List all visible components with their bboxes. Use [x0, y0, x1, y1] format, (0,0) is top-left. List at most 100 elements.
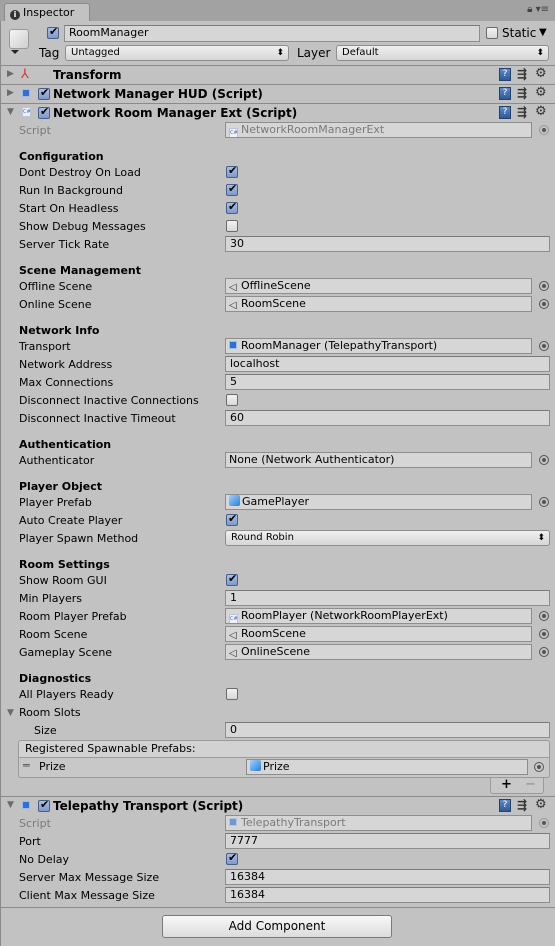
transform-icon: ⅄	[21, 67, 29, 82]
run-in-background-label: Run In Background	[19, 184, 123, 197]
network-manager-hud-header[interactable]: ▶ Network Manager HUD (Script) ? ⇶ ⚙	[1, 84, 555, 103]
help-icon[interactable]: ?	[499, 106, 511, 119]
gear-icon[interactable]: ⚙	[535, 105, 547, 119]
object-picker-icon[interactable]	[539, 341, 549, 351]
gameplay-scene-field[interactable]: ◁ OnlineScene	[225, 644, 532, 660]
hud-enabled-checkbox[interactable]	[38, 86, 50, 100]
layer-dropdown[interactable]: Default ⬍	[336, 45, 549, 61]
unity-scene-icon: ◁	[229, 300, 237, 311]
room-manager-title: Network Room Manager Ext (Script)	[53, 106, 298, 120]
auto-create-player-checkbox[interactable]	[226, 512, 238, 526]
foldout-expanded-icon[interactable]: ▼	[7, 800, 14, 810]
tab-tools: 🔒︎ ▾≡	[527, 4, 549, 15]
help-icon[interactable]: ?	[499, 799, 511, 812]
network-room-manager-header[interactable]: ▼ C# Network Room Manager Ext (Script) ?…	[1, 103, 555, 122]
foldout-collapsed-icon[interactable]: ▶	[7, 69, 14, 79]
disconnect-inactive-checkbox[interactable]	[226, 394, 238, 406]
help-icon[interactable]: ?	[499, 87, 511, 100]
layer-label: Layer	[297, 46, 331, 60]
gameobject-active-checkbox[interactable]	[47, 25, 59, 39]
room-manager-enabled-checkbox[interactable]	[38, 105, 50, 119]
network-address-label: Network Address	[19, 358, 113, 371]
foldout-expanded-icon[interactable]: ▼	[7, 107, 14, 117]
object-picker-icon[interactable]	[539, 299, 549, 309]
transform-header[interactable]: ▶ ⅄ Transform ? ⇶ ⚙	[1, 65, 555, 84]
room-slots-label[interactable]: Room Slots	[19, 706, 81, 719]
disconnect-inactive-label: Disconnect Inactive Connections	[19, 394, 199, 407]
network-address-field[interactable]: localhost	[225, 356, 550, 372]
object-picker-icon[interactable]	[539, 647, 549, 657]
preset-icon[interactable]: ⇶	[517, 87, 527, 100]
menu-icon[interactable]: ▾≡	[536, 4, 549, 15]
spawnable-prefabs-header: Registered Spawnable Prefabs:	[18, 740, 550, 758]
object-picker-icon[interactable]	[539, 611, 549, 621]
show-room-gui-label: Show Room GUI	[19, 574, 107, 587]
static-checkbox[interactable]	[486, 27, 498, 39]
show-debug-label: Show Debug Messages	[19, 220, 146, 233]
tab-inspector[interactable]: i Inspector	[4, 3, 90, 22]
foldout-collapsed-icon[interactable]: ▶	[7, 88, 14, 98]
gear-icon[interactable]: ⚙	[535, 798, 547, 812]
object-picker-icon[interactable]	[534, 762, 544, 772]
show-debug-checkbox[interactable]	[226, 220, 238, 232]
component-tools: ? ⇶ ⚙	[499, 67, 551, 82]
remove-item-button[interactable]: −	[525, 778, 536, 792]
unity-scene-icon: ◁	[229, 630, 237, 641]
authenticator-field[interactable]: None (Network Authenticator)	[225, 452, 532, 468]
spawn-method-value: Round Robin	[231, 532, 294, 543]
gameobject-icon[interactable]	[9, 29, 29, 54]
room-scene-label: Room Scene	[19, 628, 88, 641]
room-player-prefab-field[interactable]: C# RoomPlayer (NetworkRoomPlayerExt)	[225, 608, 532, 624]
room-slots-foldout-icon[interactable]: ▼	[7, 708, 14, 718]
tag-label: Tag	[39, 46, 60, 60]
dropdown-arrows-icon: ⬍	[276, 48, 284, 58]
lock-icon[interactable]: 🔒︎	[527, 4, 532, 15]
add-item-button[interactable]: +	[501, 778, 512, 792]
telepathy-enabled-checkbox[interactable]	[38, 798, 50, 812]
size-field[interactable]: 0	[225, 722, 550, 738]
drag-handle-icon[interactable]: ═	[23, 759, 30, 772]
gear-icon[interactable]: ⚙	[535, 67, 547, 81]
start-on-headless-checkbox[interactable]	[226, 200, 238, 214]
object-picker-icon[interactable]	[539, 629, 549, 639]
run-in-background-checkbox[interactable]	[226, 182, 238, 196]
object-picker-icon[interactable]	[539, 281, 549, 291]
transport-field[interactable]: RoomManager (TelepathyTransport)	[225, 338, 532, 354]
gear-icon[interactable]: ⚙	[535, 86, 547, 100]
preset-icon[interactable]: ⇶	[517, 68, 527, 81]
gameobject-name-field[interactable]: RoomManager	[64, 25, 480, 42]
client-max-message-size-field[interactable]: 16384	[225, 887, 550, 903]
script-component-icon	[229, 818, 237, 826]
list-item-label: Prize	[39, 760, 66, 773]
object-picker-icon[interactable]	[539, 455, 549, 465]
online-scene-field[interactable]: ◁ RoomScene	[225, 296, 532, 312]
min-players-field[interactable]: 1	[225, 590, 550, 606]
telepathy-script-label: Script	[19, 817, 51, 830]
help-icon[interactable]: ?	[499, 68, 511, 81]
transform-title: Transform	[53, 68, 122, 82]
tag-dropdown[interactable]: Untagged ⬍	[65, 45, 289, 61]
dont-destroy-checkbox[interactable]	[226, 164, 238, 178]
room-scene-field[interactable]: ◁ RoomScene	[225, 626, 532, 642]
server-max-message-size-field[interactable]: 16384	[225, 869, 550, 885]
port-field[interactable]: 7777	[225, 833, 550, 849]
telepathy-title: Telepathy Transport (Script)	[53, 799, 244, 813]
offline-scene-field[interactable]: ◁ OfflineScene	[225, 278, 532, 294]
telepathy-transport-header[interactable]: ▼ Telepathy Transport (Script) ? ⇶ ⚙	[1, 796, 555, 815]
static-dropdown-icon[interactable]: ▼	[539, 27, 547, 38]
prize-prefab-field[interactable]: Prize	[246, 759, 528, 775]
all-players-ready-checkbox[interactable]	[226, 688, 238, 700]
max-connections-field[interactable]: 5	[225, 374, 550, 390]
preset-icon[interactable]: ⇶	[517, 106, 527, 119]
disconnect-timeout-field[interactable]: 60	[225, 410, 550, 426]
player-prefab-field[interactable]: GamePlayer	[225, 494, 532, 510]
no-delay-checkbox[interactable]	[226, 851, 238, 865]
player-spawn-method-dropdown[interactable]: Round Robin ⬍	[225, 530, 550, 546]
show-room-gui-checkbox[interactable]	[226, 572, 238, 586]
server-tick-rate-field[interactable]: 30	[225, 236, 550, 252]
object-picker-icon[interactable]	[539, 497, 549, 507]
divider	[1, 907, 555, 908]
add-component-button[interactable]: Add Component	[162, 915, 392, 938]
section-room-settings: Room Settings	[19, 558, 110, 571]
preset-icon[interactable]: ⇶	[517, 799, 527, 812]
